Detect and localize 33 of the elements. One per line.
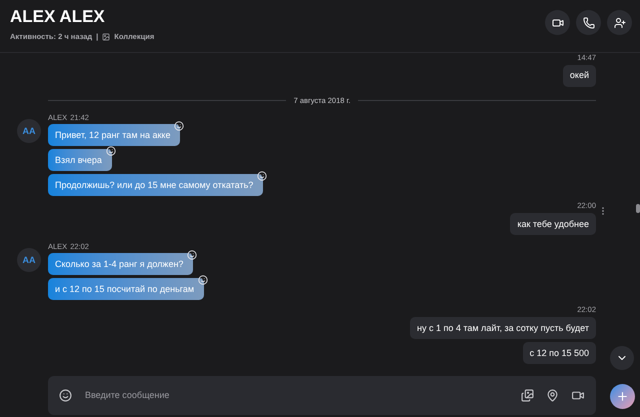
video-call-icon: [552, 16, 564, 28]
add-person-icon: [614, 16, 626, 28]
location-pin-icon[interactable]: [546, 389, 559, 402]
message-bubble: и с 12 по 15 посчитай по деньгам: [48, 278, 204, 300]
avatar: AA: [17, 119, 41, 144]
message-bubble: окей: [562, 65, 596, 87]
contact-name: ALEX ALEX: [10, 6, 106, 28]
add-button[interactable]: [610, 384, 635, 409]
message-bubble: Продолжишь? или до 15 мне самому откатать?: [48, 174, 264, 196]
smiley-icon[interactable]: [198, 275, 208, 286]
message-input[interactable]: Введите сообщение: [85, 388, 521, 402]
message-bubble: Привет, 12 ранг там на акке: [48, 124, 180, 146]
header-button[interactable]: [545, 10, 570, 35]
scrollbar-thumb[interactable]: [636, 204, 640, 213]
smiley-icon[interactable]: [174, 121, 184, 132]
header-button[interactable]: [576, 10, 601, 35]
smiley-icon[interactable]: [106, 146, 116, 156]
header-button[interactable]: [607, 10, 632, 35]
gallery-icon[interactable]: [521, 389, 534, 402]
message-bubble: ну с 1 по 4 там лайт, за сотку пусть будет: [410, 317, 596, 340]
message-bubble: Взял вчера: [48, 149, 112, 172]
message-bubble: с 12 по 15 500: [522, 342, 596, 364]
message-bubble: Сколько за 1-4 ранг я должен?: [48, 253, 194, 276]
smiley-icon[interactable]: [257, 171, 268, 182]
emoji-icon[interactable]: [59, 389, 72, 402]
video-message-icon[interactable]: [571, 389, 585, 402]
avatar: AA: [17, 248, 41, 272]
gallery-icon: [102, 32, 110, 41]
smiley-icon[interactable]: [187, 250, 198, 260]
message-bubble: как тебе удобнее: [510, 213, 596, 236]
plus-icon: [616, 390, 629, 403]
phone-icon: [582, 16, 594, 28]
message-composer[interactable]: Введите сообщение: [48, 376, 596, 415]
